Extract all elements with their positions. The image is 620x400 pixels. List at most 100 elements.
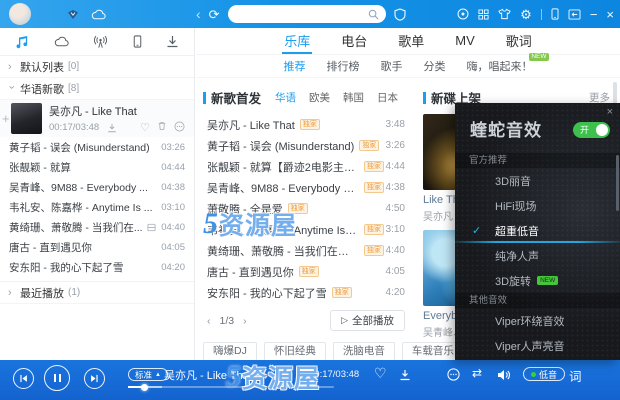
region-tab[interactable]: 华语 — [275, 90, 296, 105]
refresh-icon[interactable]: ⟳ — [209, 8, 220, 21]
subnav-tab[interactable]: 嗨，唱起来！ NEW — [467, 58, 533, 74]
panel-scrollbar[interactable] — [616, 155, 619, 211]
now-playing-art[interactable] — [11, 103, 42, 134]
play-all-button[interactable]: ▷ 全部播放 — [330, 310, 405, 331]
genre-buttons: 嗨爆DJ怀旧经典洗脑电音车载音乐网 — [203, 342, 409, 361]
region-tab[interactable]: 欧美 — [309, 90, 330, 105]
prev-page-icon[interactable]: ‹ — [207, 315, 211, 327]
viper-on-toggle[interactable]: 开 — [573, 122, 610, 138]
mv-icon[interactable] — [147, 223, 156, 232]
table-row[interactable]: 黄子韬 - 误会 (Misunderstand) 独家 3:26 — [203, 135, 409, 156]
more-icon[interactable] — [174, 121, 185, 134]
skin-icon[interactable] — [498, 8, 511, 20]
subnav-tab[interactable]: 排行榜 — [327, 58, 360, 74]
subnav-tab[interactable]: 歌手 — [381, 58, 403, 74]
lyrics-button[interactable]: 词 — [569, 366, 582, 385]
quality-selector[interactable]: 标准 ▲ — [128, 368, 168, 381]
more-icon[interactable] — [447, 368, 460, 381]
now-playing-item[interactable]: + 吴亦凡 - Like That 00:17/03:48 ♡ — [0, 100, 194, 137]
progress-knob[interactable] — [141, 384, 148, 391]
pause-button[interactable] — [44, 365, 70, 391]
list-item[interactable]: 黄绮珊、萧敬腾 - 当我们在... 04:40 — [0, 217, 194, 237]
divider — [541, 9, 542, 20]
phone-icon[interactable] — [551, 8, 559, 20]
tab-device-icon[interactable] — [133, 35, 142, 48]
list-item[interactable]: 张靓颖 - 就算 04:44 — [0, 157, 194, 177]
music-recognize-icon[interactable] — [394, 8, 406, 21]
subnav-tab[interactable]: 推荐 — [284, 58, 306, 74]
tab-local-music-icon[interactable] — [15, 35, 29, 49]
tab-download-icon[interactable] — [166, 35, 179, 48]
heart-icon[interactable]: ♡ — [140, 121, 150, 134]
cloud-icon[interactable] — [91, 9, 106, 20]
heart-icon[interactable]: ♡ — [374, 365, 387, 382]
scrollbar[interactable] — [613, 82, 617, 104]
exclusive-badge: 独家 — [364, 161, 384, 172]
trash-icon[interactable] — [157, 121, 167, 134]
table-row[interactable]: 黄绮珊、萧敬腾 - 当我们在同一个... 独家 4:40 — [203, 240, 409, 261]
next-button[interactable] — [84, 368, 105, 389]
effect-item[interactable]: HiFi现场 — [455, 193, 620, 218]
sidebar-group-default-list[interactable]: › 默认列表 [0] — [0, 56, 194, 78]
table-row[interactable]: 萧敬腾 - 全是爱 独家 4:50 — [203, 198, 409, 219]
list-item[interactable]: 韦礼安、陈嘉桦 - Anytime Is ... 03:10 — [0, 197, 194, 217]
nav-tab[interactable]: 电台 — [339, 28, 369, 54]
mini-mode-icon[interactable] — [568, 9, 581, 20]
list-item[interactable]: 安东阳 - 我的心下起了雪 04:20 — [0, 257, 194, 277]
subnav-label: 分类 — [424, 61, 446, 73]
next-page-icon[interactable]: › — [243, 315, 247, 327]
effect-item[interactable]: 3D旋转 NEW — [455, 268, 620, 293]
add-icon[interactable]: + — [2, 111, 10, 126]
region-tab[interactable]: 韩国 — [343, 90, 364, 105]
table-row[interactable]: 张靓颖 - 就算【爵迹2电影主题曲】 独家 4:44 — [203, 156, 409, 177]
search-icon[interactable] — [368, 9, 379, 20]
genre-button[interactable]: 怀旧经典 — [264, 342, 326, 361]
effect-item[interactable]: 3D丽音 — [455, 168, 620, 193]
table-row[interactable]: 吴亦凡 - Like That 独家 3:48 — [203, 114, 409, 135]
list-item[interactable]: 黄子韬 - 误会 (Misunderstand) 03:26 — [0, 137, 194, 157]
list-item[interactable]: 唐古 - 直到遇见你 04:05 — [0, 237, 194, 257]
volume-icon[interactable] — [497, 369, 511, 381]
table-row[interactable]: 安东阳 - 我的心下起了雪 独家 4:20 — [203, 282, 409, 303]
progress-bar[interactable] — [128, 386, 334, 388]
subnav-tab[interactable]: 分类 — [424, 58, 446, 74]
avatar[interactable] — [9, 3, 31, 25]
nav-tab[interactable]: MV — [453, 28, 477, 54]
previous-button[interactable] — [13, 368, 34, 389]
sidebar-group-chinese-new[interactable]: › 华语新歌 [8] — [0, 78, 194, 100]
table-row[interactable]: 吴青峰、9M88 - Everybody Woo... 独家 4:38 — [203, 177, 409, 198]
effect-item[interactable]: Viper人声亮音 — [455, 333, 620, 358]
sound-effect-pill[interactable]: 低音 — [523, 367, 565, 381]
player-song-title[interactable]: 吴亦凡 - Like That — [164, 367, 252, 383]
viper-other-items: Viper环绕音效 Viper人声亮音 — [455, 308, 620, 358]
play-mode-icon[interactable]: ⇄ — [472, 366, 482, 380]
back-icon[interactable]: ‹ — [196, 7, 201, 21]
apps-grid-icon[interactable] — [478, 9, 489, 20]
download-icon[interactable] — [399, 369, 411, 381]
tab-radio-icon[interactable] — [93, 35, 108, 49]
settings-gear-icon[interactable]: ⚙ — [520, 8, 532, 21]
effect-item[interactable]: ✓ 超重低音 — [455, 218, 620, 243]
nav-tab[interactable]: 乐库 — [282, 28, 312, 54]
effect-item[interactable]: 纯净人声 — [455, 243, 620, 268]
checkin-icon[interactable] — [457, 8, 469, 20]
vip-badge-icon[interactable] — [67, 9, 79, 20]
region-tab[interactable]: 日本 — [377, 90, 398, 105]
close-icon[interactable]: × — [606, 8, 614, 21]
genre-button[interactable]: 洗脑电音 — [333, 342, 395, 361]
nav-tab[interactable]: 歌词 — [504, 28, 534, 54]
nav-tab[interactable]: 歌单 — [396, 28, 426, 54]
sidebar-group-recent[interactable]: › 最近播放 (1) — [0, 281, 194, 304]
search-box[interactable] — [228, 5, 386, 23]
tab-cloud-icon[interactable] — [54, 36, 69, 47]
chevron-down-icon: › — [6, 85, 18, 92]
download-icon[interactable] — [107, 123, 117, 133]
list-item[interactable]: 吴青峰、9M88 - Everybody ... 04:38 — [0, 177, 194, 197]
table-row[interactable]: 唐古 - 直到遇见你 独家 4:05 — [203, 261, 409, 282]
table-row[interactable]: 韦礼安、陈嘉桦 - Anytime Is Hap... 独家 3:10 — [203, 219, 409, 240]
close-icon[interactable]: × — [607, 106, 613, 118]
effect-item[interactable]: Viper环绕音效 — [455, 308, 620, 333]
genre-button[interactable]: 嗨爆DJ — [203, 342, 257, 361]
search-input[interactable] — [235, 9, 368, 20]
minimize-icon[interactable]: − — [590, 8, 598, 21]
